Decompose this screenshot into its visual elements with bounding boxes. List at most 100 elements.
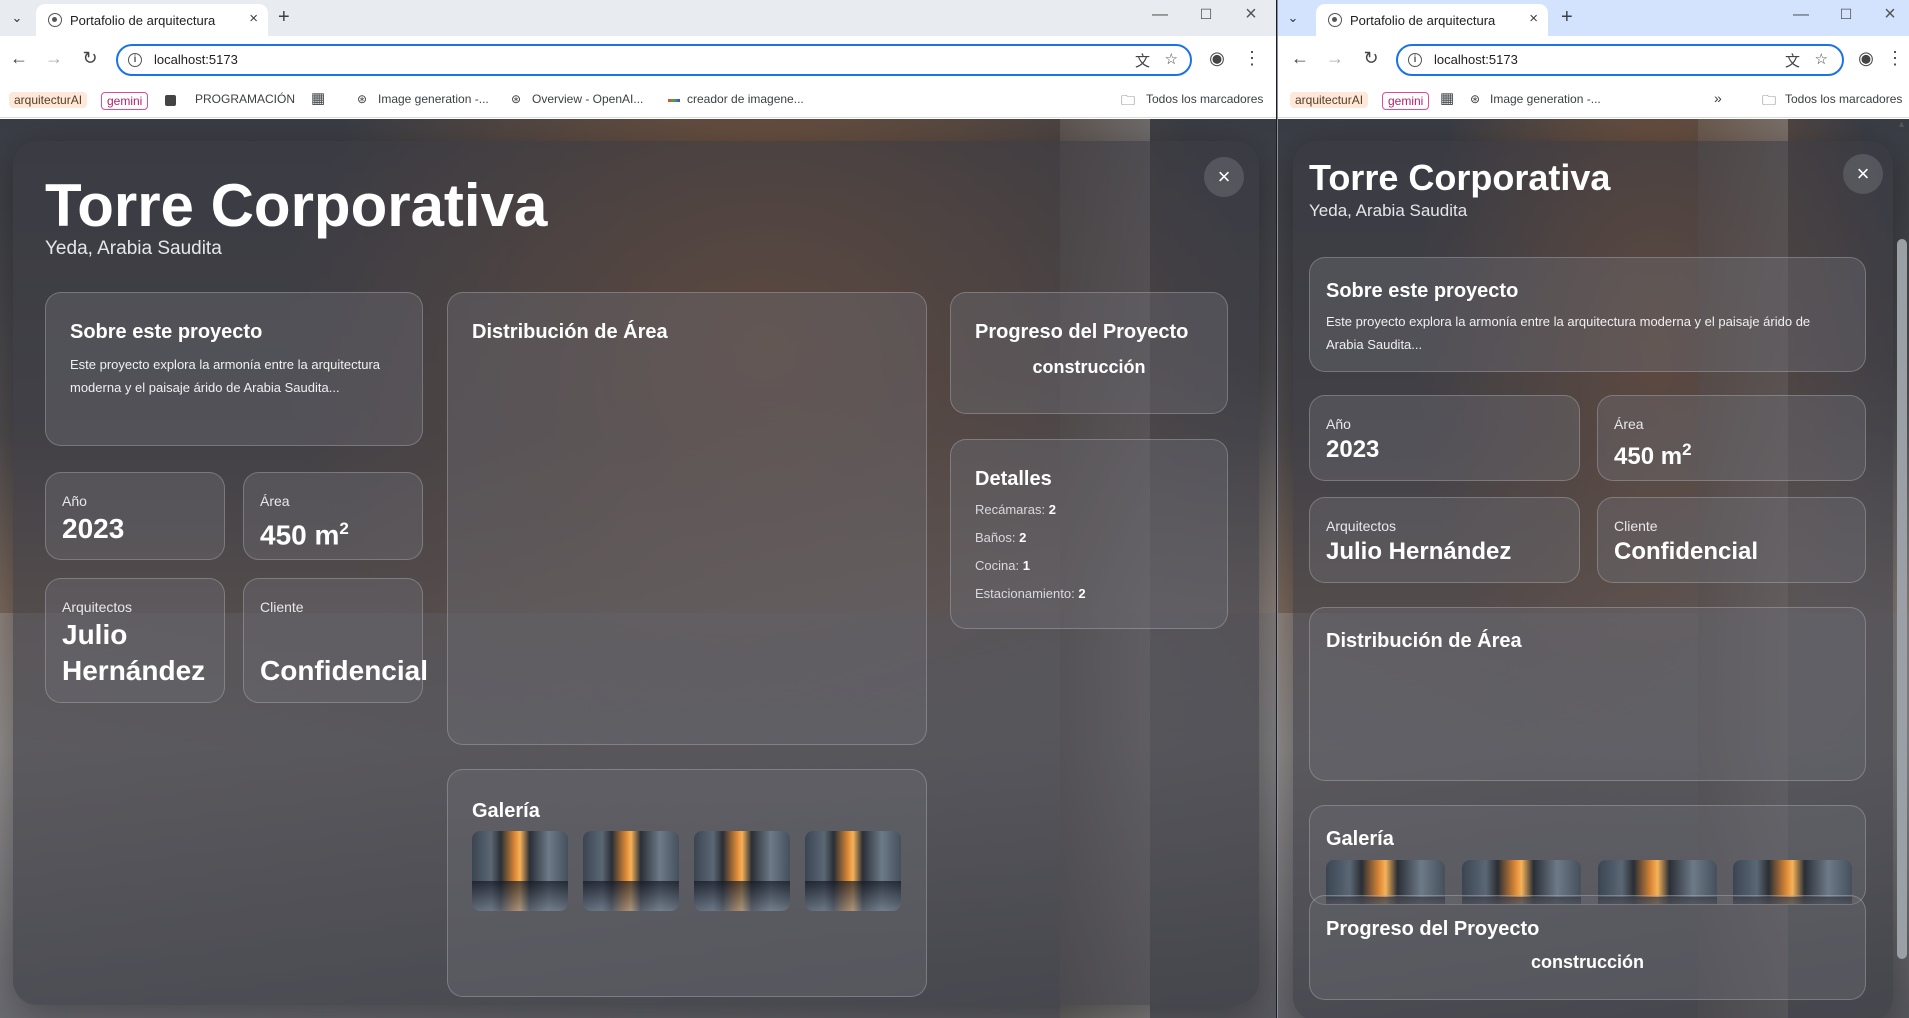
architects-label: Arquitectos — [62, 599, 133, 615]
area-card: Área 450 m2 — [243, 472, 423, 560]
distribution-title: Distribución de Área — [472, 321, 668, 343]
tab-strip: ⌄ Portafolio de arquitectura × + — ☐ × — [1278, 0, 1909, 36]
architects-label: Arquitectos — [1326, 518, 1397, 534]
year-card: Año 2023 — [1309, 395, 1580, 481]
tab-search-icon[interactable]: ⌄ — [6, 7, 28, 29]
scrollbar-thumb[interactable] — [1897, 239, 1907, 959]
new-tab-button[interactable]: + — [1561, 6, 1573, 29]
minimize-button[interactable]: — — [1791, 6, 1811, 24]
gallery-card: Galería — [447, 769, 927, 997]
apps-icon[interactable]: ▦ — [311, 89, 325, 107]
bookmark-item[interactable]: gemini — [101, 92, 149, 110]
project-location: Yeda, Arabia Saudita — [45, 238, 222, 259]
tab-close-icon[interactable]: × — [1529, 10, 1538, 27]
back-button[interactable]: ← — [1289, 48, 1311, 69]
url-text: localhost:5173 — [1434, 52, 1518, 67]
translate-icon[interactable]: 文 — [1135, 50, 1150, 71]
openai-icon: ⊛ — [357, 92, 368, 106]
bookmark-star-icon[interactable]: ☆ — [1815, 50, 1828, 68]
project-location: Yeda, Arabia Saudita — [1309, 201, 1468, 220]
more-bookmarks-icon[interactable]: » — [1714, 90, 1722, 106]
all-bookmarks[interactable]: Todos los marcadores — [1785, 92, 1902, 106]
architects-card: Arquitectos Julio Hernández — [1309, 497, 1580, 583]
menu-icon[interactable]: ⋮ — [1241, 48, 1263, 69]
client-value: Confidencial — [1614, 538, 1759, 565]
year-label: Año — [1326, 416, 1351, 432]
reload-button[interactable]: ↻ — [79, 48, 101, 69]
browser-tab[interactable]: Portafolio de arquitectura × — [1316, 4, 1548, 36]
reload-button[interactable]: ↻ — [1360, 48, 1382, 69]
project-modal: × Torre Corporativa Yeda, Arabia Saudita… — [1293, 141, 1893, 1018]
progress-title: Progreso del Proyecto — [1326, 918, 1540, 940]
architects-card: Arquitectos Julio Hernández — [45, 578, 225, 703]
bookmark-star-icon[interactable]: ☆ — [1165, 50, 1178, 68]
page-background: × Torre Corporativa Yeda, Arabia Saudita… — [0, 119, 1276, 1018]
bookmark-item[interactable]: PROGRAMACIÓN — [195, 92, 295, 106]
translate-icon[interactable]: 文 — [1785, 50, 1800, 71]
menu-icon[interactable]: ⋮ — [1884, 48, 1906, 69]
bookmark-item[interactable]: Image generation -... — [378, 92, 489, 106]
client-card: Cliente Confidencial — [243, 578, 428, 703]
address-bar[interactable]: i localhost:5173 文 ☆ — [1396, 44, 1844, 76]
maximize-button[interactable]: ☐ — [1836, 6, 1856, 23]
close-window-button[interactable]: × — [1241, 3, 1261, 26]
maximize-button[interactable]: ☐ — [1196, 6, 1216, 23]
tab-close-icon[interactable]: × — [249, 10, 258, 27]
area-number: 450 m — [260, 519, 340, 551]
minimize-button[interactable]: — — [1150, 6, 1170, 24]
colorbar-icon — [668, 99, 680, 102]
browser-window-right: ⌄ Portafolio de arquitectura × + — ☐ × ←… — [1277, 0, 1909, 1018]
gallery-thumbnail[interactable] — [694, 831, 790, 911]
area-value: 450 m2 — [1614, 432, 1692, 475]
client-label: Cliente — [260, 599, 304, 615]
year-label: Año — [62, 493, 87, 509]
forward-button[interactable]: → — [43, 48, 65, 69]
tab-title: Portafolio de arquitectura — [70, 13, 216, 28]
site-info-icon[interactable]: i — [1408, 53, 1422, 67]
profile-icon[interactable]: ◉ — [1206, 48, 1228, 69]
forward-button[interactable]: → — [1324, 48, 1346, 69]
openai-icon: ⊛ — [511, 92, 522, 106]
openai-icon: ⊛ — [1470, 92, 1481, 106]
tab-search-icon[interactable]: ⌄ — [1282, 7, 1304, 29]
area-unit-exponent: 2 — [339, 519, 349, 538]
client-value: Confidencial — [260, 655, 429, 686]
gallery-thumbnail[interactable] — [583, 831, 679, 911]
page-background: × Torre Corporativa Yeda, Arabia Saudita… — [1278, 119, 1909, 1018]
scroll-up-icon[interactable]: ▲ — [1897, 119, 1906, 129]
architect-last: Hernández — [62, 655, 206, 686]
gallery-thumbnail[interactable] — [472, 831, 568, 911]
detail-row: Recámaras: 2 — [975, 502, 1056, 517]
bookmark-item[interactable]: arquitecturAI — [9, 92, 88, 108]
about-card: Sobre este proyecto Este proyecto explor… — [1309, 257, 1866, 372]
apps-icon[interactable]: ▦ — [1440, 89, 1454, 107]
gallery-thumbnail[interactable] — [805, 831, 901, 911]
new-tab-button[interactable]: + — [278, 6, 290, 29]
globe-icon — [48, 13, 62, 27]
bookmark-item[interactable]: gemini — [1382, 92, 1430, 110]
bookmark-item[interactable]: Image generation -... — [1490, 92, 1601, 106]
profile-icon[interactable]: ◉ — [1855, 48, 1877, 69]
detail-row: Cocina: 1 — [975, 558, 1030, 573]
bookmark-item[interactable]: creador de imagene... — [687, 92, 804, 106]
area-card: Área 450 m2 — [1597, 395, 1866, 481]
project-title: Torre Corporativa — [45, 172, 548, 239]
bookmark-item[interactable]: Overview - OpenAI... — [532, 92, 643, 106]
close-modal-button[interactable]: × — [1843, 154, 1883, 194]
bookmark-item[interactable]: arquitecturAI — [1290, 92, 1369, 108]
close-window-button[interactable]: × — [1880, 3, 1900, 26]
close-modal-button[interactable]: × — [1204, 157, 1244, 197]
address-bar[interactable]: i localhost:5173 文 ☆ — [116, 44, 1192, 76]
site-info-icon[interactable]: i — [128, 53, 142, 67]
bookmark-folder-icon — [165, 95, 176, 106]
tab-strip: ⌄ Portafolio de arquitectura × + — ☐ × — [0, 0, 1276, 36]
browser-window-left: ⌄ Portafolio de arquitectura × + — ☐ × ←… — [0, 0, 1276, 1018]
all-bookmarks[interactable]: Todos los marcadores — [1146, 92, 1263, 106]
back-button[interactable]: ← — [8, 48, 30, 69]
year-card: Año 2023 — [45, 472, 225, 560]
detail-label: Cocina: — [975, 558, 1020, 573]
browser-tab[interactable]: Portafolio de arquitectura × — [36, 4, 268, 36]
detail-label: Recámaras: — [975, 502, 1046, 517]
project-title: Torre Corporativa — [1309, 157, 1611, 198]
client-label: Cliente — [1614, 518, 1658, 534]
